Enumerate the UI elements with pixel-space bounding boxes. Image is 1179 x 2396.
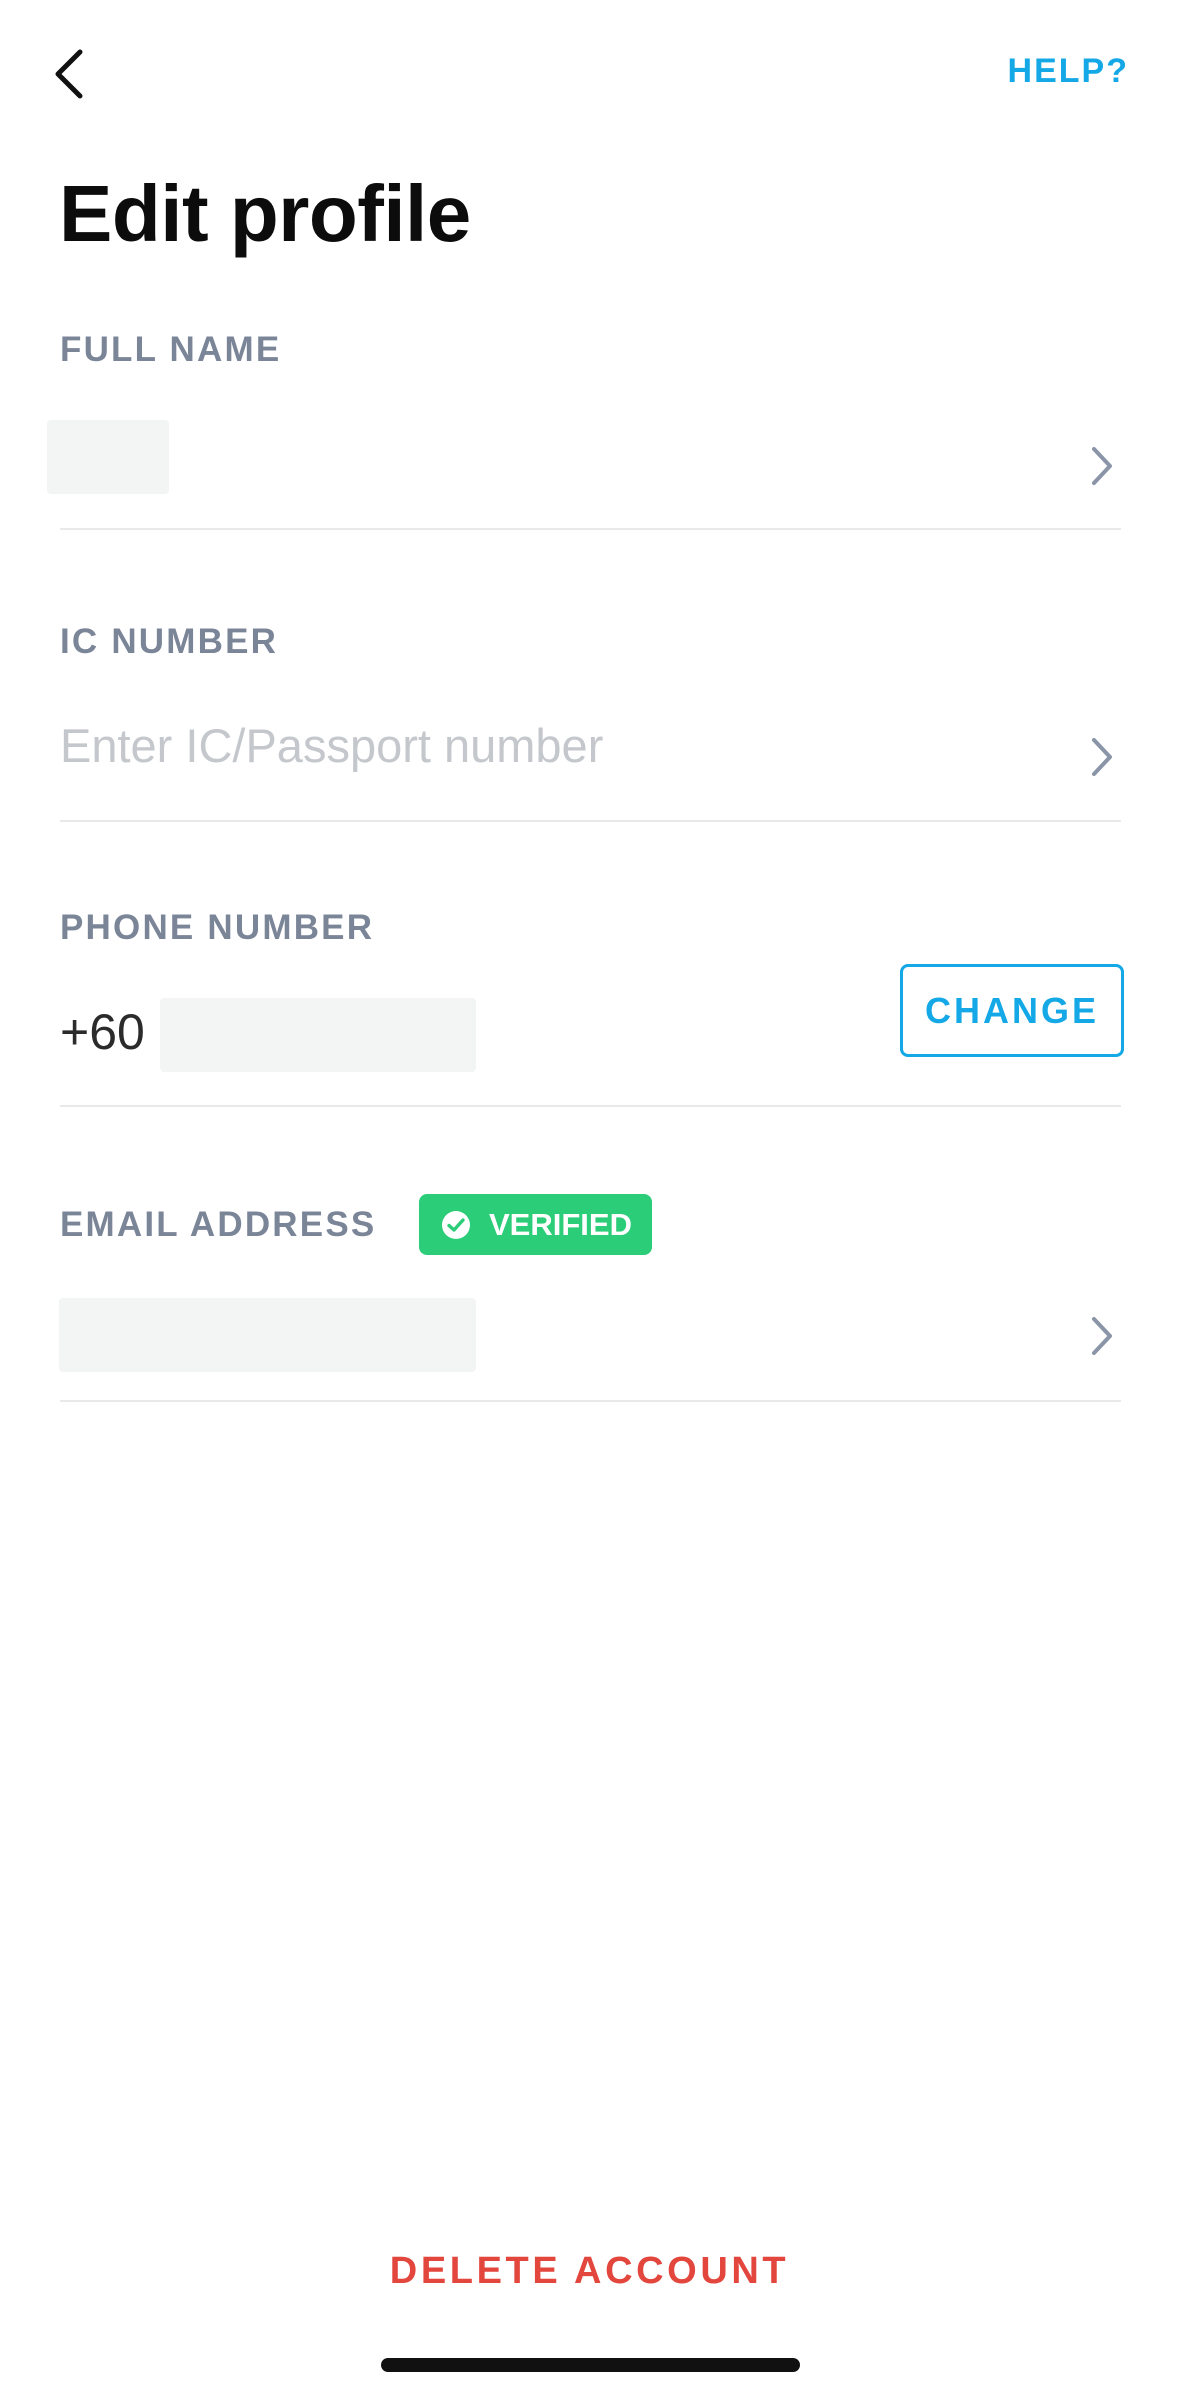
ic-number-label: IC NUMBER — [60, 622, 279, 661]
verified-badge-label: VERIFIED — [489, 1206, 632, 1242]
phone-number-value — [160, 998, 476, 1072]
check-circle-icon — [441, 1210, 471, 1240]
delete-account-button[interactable]: DELETE ACCOUNT — [0, 2250, 1179, 2293]
home-indicator — [381, 2358, 800, 2372]
chevron-left-icon — [55, 49, 83, 99]
phone-country-code: +60 — [60, 1004, 145, 1060]
help-link[interactable]: HELP? — [1008, 52, 1129, 91]
full-name-label: FULL NAME — [60, 330, 282, 369]
divider — [60, 820, 1121, 822]
ic-number-placeholder: Enter IC/Passport number — [60, 719, 604, 772]
verified-badge: VERIFIED — [419, 1194, 652, 1255]
change-phone-button[interactable]: CHANGE — [900, 964, 1124, 1057]
page-title: Edit profile — [59, 169, 471, 258]
divider — [60, 1400, 1121, 1402]
full-name-value — [47, 420, 169, 494]
chevron-right-icon — [1082, 441, 1122, 491]
chevron-right-icon — [1082, 732, 1122, 782]
back-button[interactable] — [40, 44, 100, 104]
chevron-right-icon — [1082, 1311, 1122, 1361]
divider — [60, 528, 1121, 530]
ic-number-row[interactable]: Enter IC/Passport number — [59, 700, 1121, 810]
email-address-row[interactable] — [59, 1290, 1121, 1400]
email-address-value — [59, 1298, 476, 1372]
phone-number-label: PHONE NUMBER — [60, 908, 375, 947]
email-address-label: EMAIL ADDRESS — [60, 1205, 377, 1244]
full-name-row[interactable] — [47, 410, 1122, 520]
divider — [60, 1105, 1121, 1107]
